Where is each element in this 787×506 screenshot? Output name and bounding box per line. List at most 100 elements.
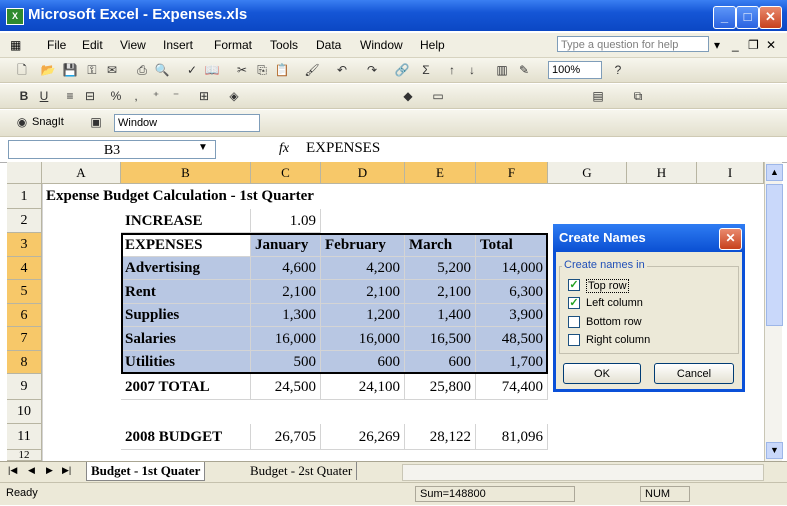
col-header-f[interactable]: F — [476, 162, 548, 184]
snagit-label[interactable]: SnagIt — [32, 116, 64, 128]
top-row-checkbox[interactable]: ✓ — [568, 279, 580, 291]
last-sheet-icon[interactable]: ▶| — [62, 465, 71, 476]
cell-b7[interactable]: Salaries — [121, 327, 251, 351]
cell-b3[interactable]: EXPENSES — [121, 233, 251, 257]
cell-f3[interactable]: Total — [476, 233, 548, 257]
cell-c4[interactable]: 4,600 — [251, 257, 321, 280]
select-all-corner[interactable] — [7, 162, 42, 184]
help-icon[interactable]: ? — [610, 62, 626, 78]
cell-f6[interactable]: 3,900 — [476, 304, 548, 327]
snagit-icon[interactable]: ◉ — [14, 114, 30, 130]
cell-f5[interactable]: 6,300 — [476, 280, 548, 304]
permission-icon[interactable]: ⚿ — [84, 62, 100, 78]
copy-icon[interactable]: ⎘ — [254, 62, 270, 78]
left-column-checkbox[interactable]: ✓ — [568, 297, 580, 309]
prev-sheet-icon[interactable]: ◀ — [28, 465, 35, 476]
comma-style-icon[interactable]: , — [128, 88, 144, 104]
insert-function-icon[interactable]: fx — [279, 141, 289, 157]
bottom-row-checkbox[interactable] — [568, 316, 580, 328]
row-header-3[interactable]: 3 — [7, 233, 42, 257]
cell-b11[interactable]: 2008 BUDGET — [121, 424, 251, 450]
cell-e5[interactable]: 2,100 — [405, 280, 476, 304]
doc-minimize-button[interactable]: _ — [732, 38, 739, 52]
row-header-4[interactable]: 4 — [7, 257, 42, 280]
print-preview-icon[interactable]: 🔍 — [154, 62, 170, 78]
menu-edit[interactable]: Edit — [82, 38, 103, 52]
open-icon[interactable]: 📂 — [40, 62, 56, 78]
right-column-checkbox[interactable] — [568, 334, 580, 346]
next-sheet-icon[interactable]: ▶ — [46, 465, 53, 476]
col-header-h[interactable]: H — [627, 162, 697, 184]
scroll-up-icon[interactable]: ▲ — [766, 164, 783, 181]
cell-b6[interactable]: Supplies — [121, 304, 251, 327]
row-header-11[interactable]: 11 — [7, 424, 42, 450]
bold-icon[interactable]: B — [16, 88, 32, 104]
maximize-button[interactable]: □ — [736, 6, 759, 29]
cell-b4[interactable]: Advertising — [121, 257, 251, 280]
scroll-down-icon[interactable]: ▼ — [766, 442, 783, 459]
menu-data[interactable]: Data — [316, 38, 341, 52]
menu-help[interactable]: Help — [420, 38, 445, 52]
doc-restore-button[interactable]: ❐ — [748, 38, 759, 52]
cell-f9[interactable]: 74,400 — [476, 374, 548, 400]
col-header-a[interactable]: A — [42, 162, 121, 184]
bottom-row-label[interactable]: Bottom row — [586, 316, 642, 328]
cell-d7[interactable]: 16,000 — [321, 327, 405, 351]
scroll-thumb[interactable] — [766, 184, 783, 326]
align-center-icon[interactable]: ≡ — [62, 88, 78, 104]
snagit-capture-icon[interactable]: ▣ — [88, 114, 104, 130]
minimize-button[interactable]: _ — [713, 6, 736, 29]
snagit-window-select[interactable]: Window — [114, 114, 260, 132]
cell-c2[interactable]: 1.09 — [251, 209, 321, 233]
cell-f7[interactable]: 48,500 — [476, 327, 548, 351]
cell-a1[interactable]: Expense Budget Calculation - 1st Quarter — [42, 184, 764, 209]
spelling-icon[interactable]: ✓ — [184, 62, 200, 78]
new-icon[interactable]: 🗋 — [14, 62, 30, 78]
research-icon[interactable]: 📖 — [204, 62, 220, 78]
right-column-label[interactable]: Right column — [586, 334, 650, 346]
ok-button[interactable]: OK — [563, 363, 641, 384]
menu-tools[interactable]: Tools — [270, 38, 298, 52]
menu-format[interactable]: Format — [214, 38, 252, 52]
fill-color-icon[interactable]: ◈ — [226, 88, 242, 104]
hyperlink-icon[interactable]: 🔗 — [394, 62, 410, 78]
increase-decimal-icon[interactable]: ⁺ — [148, 88, 164, 104]
formula-content[interactable]: EXPENSES — [306, 140, 380, 157]
percent-icon[interactable]: % — [108, 88, 124, 104]
name-box[interactable]: B3 — [8, 140, 216, 159]
cell-f4[interactable]: 14,000 — [476, 257, 548, 280]
sheet-tab-budget-1st[interactable]: Budget - 1st Quater — [86, 462, 206, 481]
row-header-12[interactable]: 12 — [7, 450, 42, 461]
row-header-5[interactable]: 5 — [7, 280, 42, 304]
menu-window[interactable]: Window — [360, 38, 403, 52]
cell-d11[interactable]: 26,269 — [321, 424, 405, 450]
vertical-scrollbar[interactable]: ▲ ▼ — [764, 162, 783, 461]
cell-d3[interactable]: February — [321, 233, 405, 257]
cut-icon[interactable]: ✂ — [234, 62, 250, 78]
row-header-8[interactable]: 8 — [7, 351, 42, 374]
cell-b8[interactable]: Utilities — [121, 351, 251, 374]
excel-icon[interactable]: X — [6, 8, 24, 25]
autosum-icon[interactable]: Σ — [418, 62, 434, 78]
first-sheet-icon[interactable]: |◀ — [8, 465, 17, 476]
menu-view[interactable]: View — [120, 38, 146, 52]
cell-c11[interactable]: 26,705 — [251, 424, 321, 450]
underline-icon[interactable]: U — [36, 88, 52, 104]
name-box-dropdown-icon[interactable]: ▼ — [198, 142, 208, 153]
cell-e3[interactable]: March — [405, 233, 476, 257]
row-header-7[interactable]: 7 — [7, 327, 42, 351]
redo-icon[interactable]: ↷ — [364, 62, 380, 78]
cell-d4[interactable]: 4,200 — [321, 257, 405, 280]
paste-icon[interactable]: 📋 — [274, 62, 290, 78]
cell-c8[interactable]: 500 — [251, 351, 321, 374]
borders-icon[interactable]: ⊞ — [196, 88, 212, 104]
close-button[interactable]: ✕ — [759, 6, 782, 29]
cell-d8[interactable]: 600 — [321, 351, 405, 374]
cell-b9[interactable]: 2007 TOTAL — [121, 374, 251, 400]
col-header-g[interactable]: G — [548, 162, 627, 184]
row-header-10[interactable]: 10 — [7, 400, 42, 424]
merge-center-icon[interactable]: ⊟ — [82, 88, 98, 104]
cancel-button[interactable]: Cancel — [654, 363, 734, 384]
help-search-input[interactable]: Type a question for help — [557, 36, 709, 52]
cell-c7[interactable]: 16,000 — [251, 327, 321, 351]
